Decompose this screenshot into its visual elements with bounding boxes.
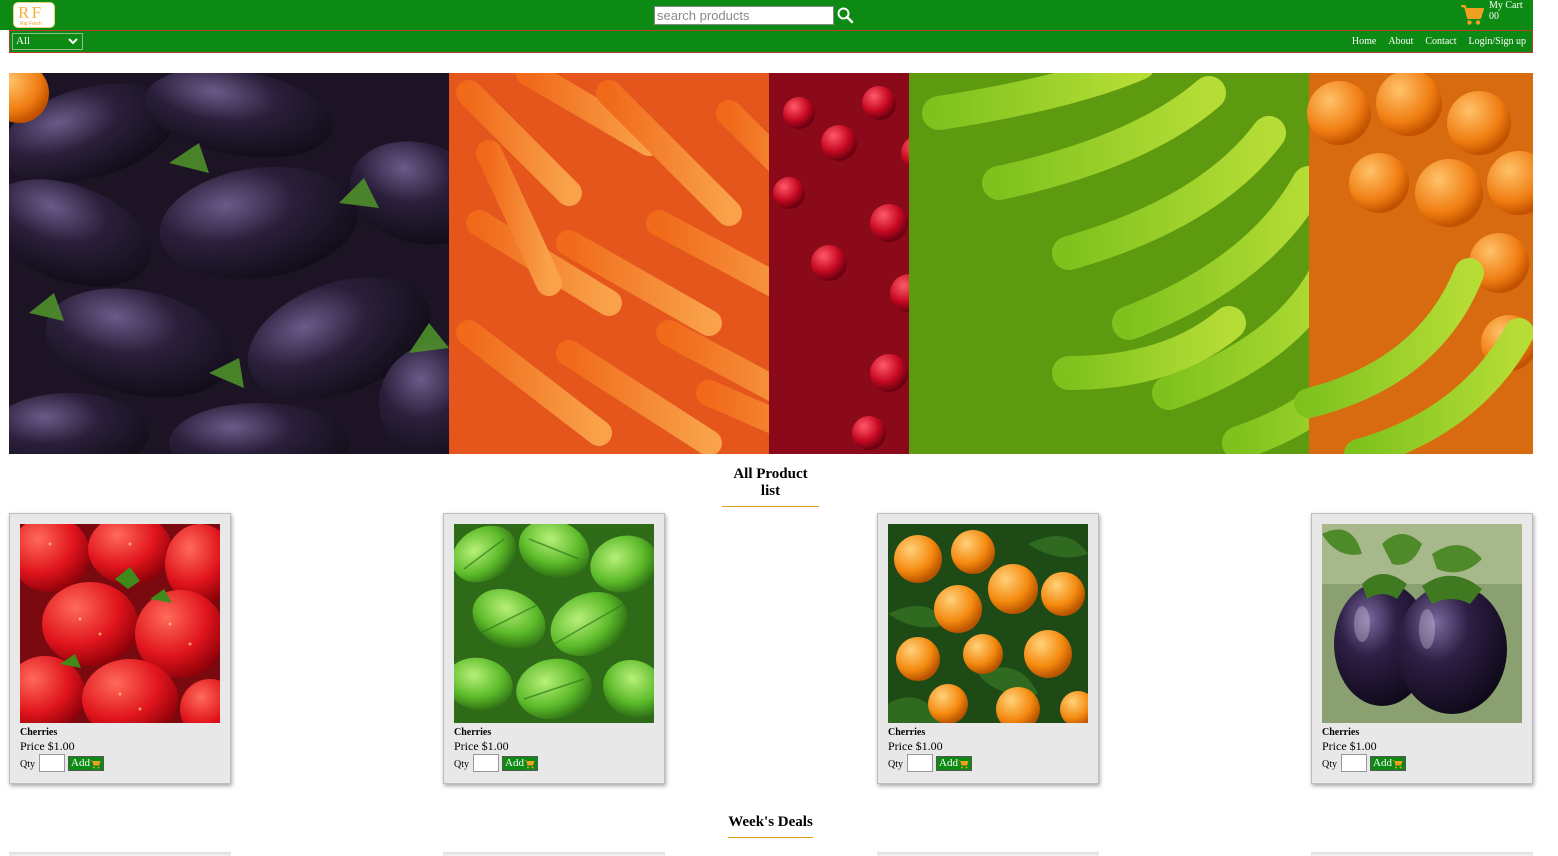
logo-mark: R F: [18, 3, 41, 22]
product-image-oranges[interactable]: [888, 524, 1088, 723]
all-products-heading: All Product list: [722, 466, 819, 507]
add-to-cart-button[interactable]: Add: [502, 756, 538, 771]
add-button-label: Add: [505, 757, 524, 769]
deal-card-top-edge: [1311, 852, 1533, 856]
nav-links: Home About Contact Login/Sign up: [1340, 36, 1526, 47]
add-button-label: Add: [939, 757, 958, 769]
product-name: Cherries: [1322, 727, 1360, 738]
nav-home[interactable]: Home: [1352, 36, 1376, 47]
search-input[interactable]: [654, 6, 834, 25]
product-card: Cherries Price $1.00 Qty Add: [9, 513, 231, 784]
cart-icon: [958, 760, 969, 769]
nav-contact[interactable]: Contact: [1425, 36, 1456, 47]
site-logo[interactable]: R F Raj Fresh: [13, 2, 55, 28]
hero-banner-image: [9, 73, 1533, 454]
cart-count: 00: [1489, 11, 1499, 22]
product-name: Cherries: [20, 727, 58, 738]
add-to-cart-button[interactable]: Add: [1370, 756, 1406, 771]
nav-login-signup[interactable]: Login/Sign up: [1468, 36, 1526, 47]
cart-icon[interactable]: [1460, 4, 1484, 26]
qty-label: Qty: [888, 759, 903, 770]
deal-card-top-edge: [443, 852, 665, 856]
product-name: Cherries: [454, 727, 492, 738]
nav-about[interactable]: About: [1388, 36, 1413, 47]
qty-input[interactable]: [1341, 754, 1367, 772]
category-selected-value: All: [16, 35, 31, 47]
product-name: Cherries: [888, 727, 926, 738]
product-price: Price $1.00: [20, 739, 75, 753]
qty-label: Qty: [20, 759, 35, 770]
product-card: Cherries Price $1.00 Qty Add: [877, 513, 1099, 784]
weeks-deals-heading: Week's Deals: [728, 814, 813, 838]
top-header: R F Raj Fresh My Cart 00: [0, 0, 1533, 30]
product-image-strawberries[interactable]: [20, 524, 220, 723]
cart-icon: [90, 760, 101, 769]
product-image-eggplants[interactable]: [1322, 524, 1522, 723]
qty-input[interactable]: [473, 754, 499, 772]
qty-input[interactable]: [907, 754, 933, 772]
product-price: Price $1.00: [1322, 739, 1377, 753]
cart-label: My Cart: [1489, 0, 1523, 11]
qty-label: Qty: [454, 759, 469, 770]
cart-icon: [524, 760, 535, 769]
product-price: Price $1.00: [888, 739, 943, 753]
add-button-label: Add: [71, 757, 90, 769]
product-image-mint-leaves[interactable]: [454, 524, 654, 723]
product-price: Price $1.00: [454, 739, 509, 753]
search-icon[interactable]: [836, 6, 854, 24]
deal-card-top-edge: [877, 852, 1099, 856]
cart-summary[interactable]: My Cart 00: [1489, 0, 1523, 22]
nav-bar: All Home About Contact Login/Sign up: [9, 30, 1533, 53]
add-to-cart-button[interactable]: Add: [68, 756, 104, 771]
product-card: Cherries Price $1.00 Qty Add: [443, 513, 665, 784]
product-card: Cherries Price $1.00 Qty Add: [1311, 513, 1533, 784]
category-select[interactable]: All: [12, 33, 83, 50]
qty-label: Qty: [1322, 759, 1337, 770]
add-button-label: Add: [1373, 757, 1392, 769]
chevron-down-icon: [68, 38, 78, 45]
cart-icon: [1392, 760, 1403, 769]
deal-card-top-edge: [9, 852, 231, 856]
add-to-cart-button[interactable]: Add: [936, 756, 972, 771]
qty-input[interactable]: [39, 754, 65, 772]
logo-subtitle: Raj Fresh: [20, 21, 42, 27]
